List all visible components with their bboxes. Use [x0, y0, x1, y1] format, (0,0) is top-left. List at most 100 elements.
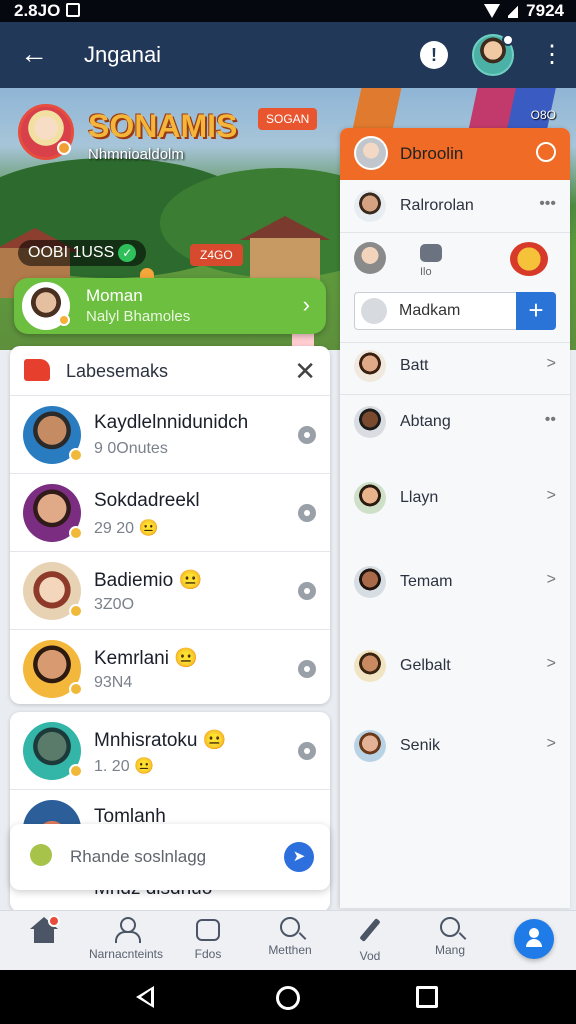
side-panel-item[interactable]: Senik > [340, 730, 570, 780]
chevron-right-icon: › [302, 292, 310, 317]
side-panel-item[interactable]: Ilo [340, 240, 570, 286]
select-radio[interactable] [298, 504, 316, 522]
divider [340, 232, 570, 233]
side-panel-item-name: Ralrorolan [400, 197, 474, 214]
status-battery-text: 7924 [526, 1, 564, 20]
system-recents-icon[interactable] [416, 986, 438, 1008]
nav-label: Mang [434, 943, 466, 957]
check-icon: ✓ [118, 244, 137, 262]
avatar [23, 484, 83, 542]
list-item[interactable]: Kaydlelnnidunidch 9 0Onutes [10, 396, 330, 474]
side-panel: Dbroolin Ralrorolan ••• Ilo + Batt > Abt… [340, 128, 570, 908]
search-icon [440, 917, 460, 937]
chevron-right-icon[interactable]: > [547, 571, 556, 589]
list-item-name: Kaydlelnnidunidch [94, 412, 249, 433]
thumbs-up-icon [24, 359, 50, 381]
side-panel-item-name: Senik [400, 737, 441, 754]
list-item-name: Sokdadreekl [94, 490, 200, 511]
avatar [354, 730, 386, 762]
chevron-right-icon[interactable]: > [547, 655, 556, 673]
divider [340, 394, 570, 395]
chevron-right-icon[interactable]: > [547, 735, 556, 753]
side-panel-item[interactable]: Abtang •• [340, 406, 570, 456]
select-radio[interactable] [298, 742, 316, 760]
message-input[interactable] [70, 842, 270, 872]
chat-icon [196, 919, 220, 941]
add-contact-input[interactable] [399, 301, 509, 321]
list-item[interactable]: Badiemio 😐 3Z0O [10, 552, 330, 630]
featured-user-pill[interactable]: Moman Nalyl Bhamoles › [14, 278, 326, 334]
side-panel-item-name: Llayn [400, 489, 439, 506]
emoji-badge [69, 604, 83, 618]
avatar [23, 722, 83, 780]
more-horiz-icon[interactable]: ••• [539, 195, 556, 213]
person-icon [115, 917, 141, 943]
avatar [354, 650, 386, 682]
featured-user-name: Moman [86, 286, 143, 305]
side-panel-item[interactable]: Llayn > [340, 482, 570, 532]
side-panel-item[interactable]: Batt > [340, 350, 570, 400]
status-bar: 2.8JO 7924 [0, 0, 576, 22]
side-panel-item-name: Gelbalt [400, 657, 451, 674]
list-item[interactable]: Kemrlani 😐 93N4 [10, 630, 330, 704]
notification-dot [48, 915, 60, 927]
search-icon [280, 917, 300, 937]
nav-explore[interactable]: Mang [402, 917, 498, 957]
more-vert-icon[interactable]: ⋮ [540, 40, 564, 70]
list-item-subtitle: 93N4 [94, 674, 133, 691]
back-arrow-icon[interactable]: ← [20, 40, 48, 68]
list-item-name: Kemrlani 😐 [94, 648, 198, 669]
list-item-subtitle: 29 20 😐 [94, 520, 159, 537]
alert-icon[interactable]: ! [420, 41, 448, 69]
system-home-icon[interactable] [276, 986, 300, 1010]
status-icons: 7924 [484, 1, 564, 21]
system-navigation-bar [0, 970, 576, 1024]
viewer-count-text: OOBI 1USS [28, 244, 115, 261]
list-item-name: Mnhisratoku 😐 [94, 730, 227, 751]
profile-fab-button[interactable] [514, 919, 554, 959]
add-button[interactable]: + [516, 292, 556, 330]
camera-icon[interactable] [420, 244, 442, 262]
status-time: 2.8JO [14, 1, 61, 20]
side-panel-item[interactable]: Temam > [340, 566, 570, 616]
bottom-navigation: Narnacnteints Fdos Metthen Vod Mang [0, 910, 576, 970]
list-title: Labesemaks [66, 361, 169, 381]
list-header: Labesemaks ✕ [10, 346, 330, 396]
avatar [23, 562, 83, 620]
side-panel-item-name: Batt [400, 357, 429, 374]
search-icon[interactable] [536, 142, 556, 162]
list-item[interactable]: Sokdadreekl 29 20 😐 [10, 474, 330, 552]
close-icon[interactable]: ✕ [294, 356, 316, 387]
more-horiz-icon[interactable]: •• [545, 411, 556, 429]
select-radio[interactable] [298, 426, 316, 444]
avatar [354, 406, 386, 438]
status-dot [57, 141, 71, 155]
avatar [361, 298, 387, 324]
list-item[interactable]: Mnhisratoku 😐 1. 20 😐 [10, 712, 330, 790]
chevron-right-icon[interactable]: > [547, 355, 556, 373]
select-radio[interactable] [298, 582, 316, 600]
avatar [354, 566, 386, 598]
select-radio[interactable] [298, 660, 316, 678]
side-panel-item[interactable]: Gelbalt > [340, 650, 570, 700]
signal-icon [508, 4, 519, 18]
profile-avatar[interactable] [472, 34, 514, 76]
sticker-icon[interactable] [510, 242, 548, 276]
message-input-bar: ➤ [10, 824, 330, 890]
live-tag: Z4GO [190, 244, 243, 266]
brand-tag: SOGAN [258, 108, 318, 130]
system-back-icon[interactable] [136, 986, 154, 1008]
send-button[interactable]: ➤ [284, 842, 314, 872]
page-title: Jnganai [84, 42, 162, 67]
avatar [354, 190, 386, 222]
add-contact-box: + [354, 292, 556, 330]
location-pin-icon[interactable] [30, 844, 52, 866]
panel-avatar[interactable] [354, 136, 388, 170]
list-item-subtitle: 1. 20 😐 [94, 758, 154, 775]
scenery-roof [240, 216, 330, 240]
emoji-badge [69, 764, 83, 778]
host-avatar[interactable] [18, 104, 74, 160]
chevron-right-icon[interactable]: > [547, 487, 556, 505]
list-item-subtitle: 3Z0O [94, 596, 135, 613]
side-panel-item-sub: Ilo [420, 266, 432, 278]
